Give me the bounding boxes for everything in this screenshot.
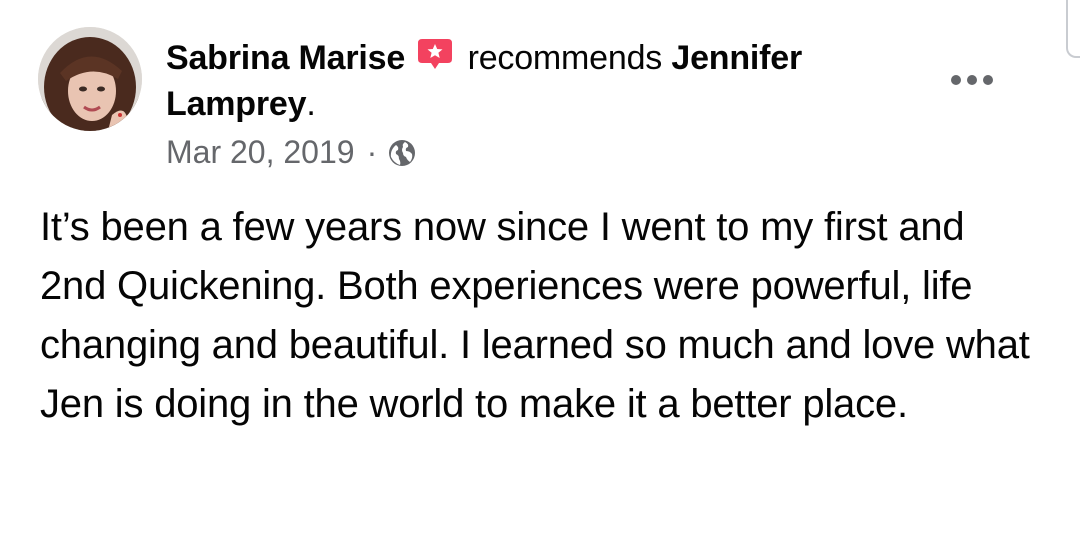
more-options-icon	[951, 75, 993, 85]
recommendation-star-icon	[416, 37, 454, 71]
avatar-image	[38, 27, 142, 131]
avatar[interactable]	[38, 27, 142, 131]
meta-separator: ·	[366, 134, 378, 170]
author-name[interactable]: Sabrina Marise	[166, 39, 405, 77]
recommends-text: recommends	[467, 39, 663, 77]
post-body: It’s been a few years now since I went t…	[40, 205, 1030, 426]
post-header: Sabrina Marise recommends Jennifer Lampre…	[166, 35, 886, 127]
more-options-button[interactable]	[944, 64, 1000, 96]
post-date[interactable]: Mar 20, 2019	[166, 132, 355, 172]
post-meta: Mar 20, 2019 ·	[166, 132, 417, 172]
recommendation-post: Sabrina Marise recommends Jennifer Lampre…	[0, 0, 1080, 539]
page-name-part-2: Lamprey	[166, 85, 307, 123]
globe-icon	[387, 137, 417, 167]
header-period: .	[306, 85, 316, 123]
page-name-part-1: Jennifer	[671, 39, 803, 77]
scrollbar-edge	[1066, 0, 1080, 58]
